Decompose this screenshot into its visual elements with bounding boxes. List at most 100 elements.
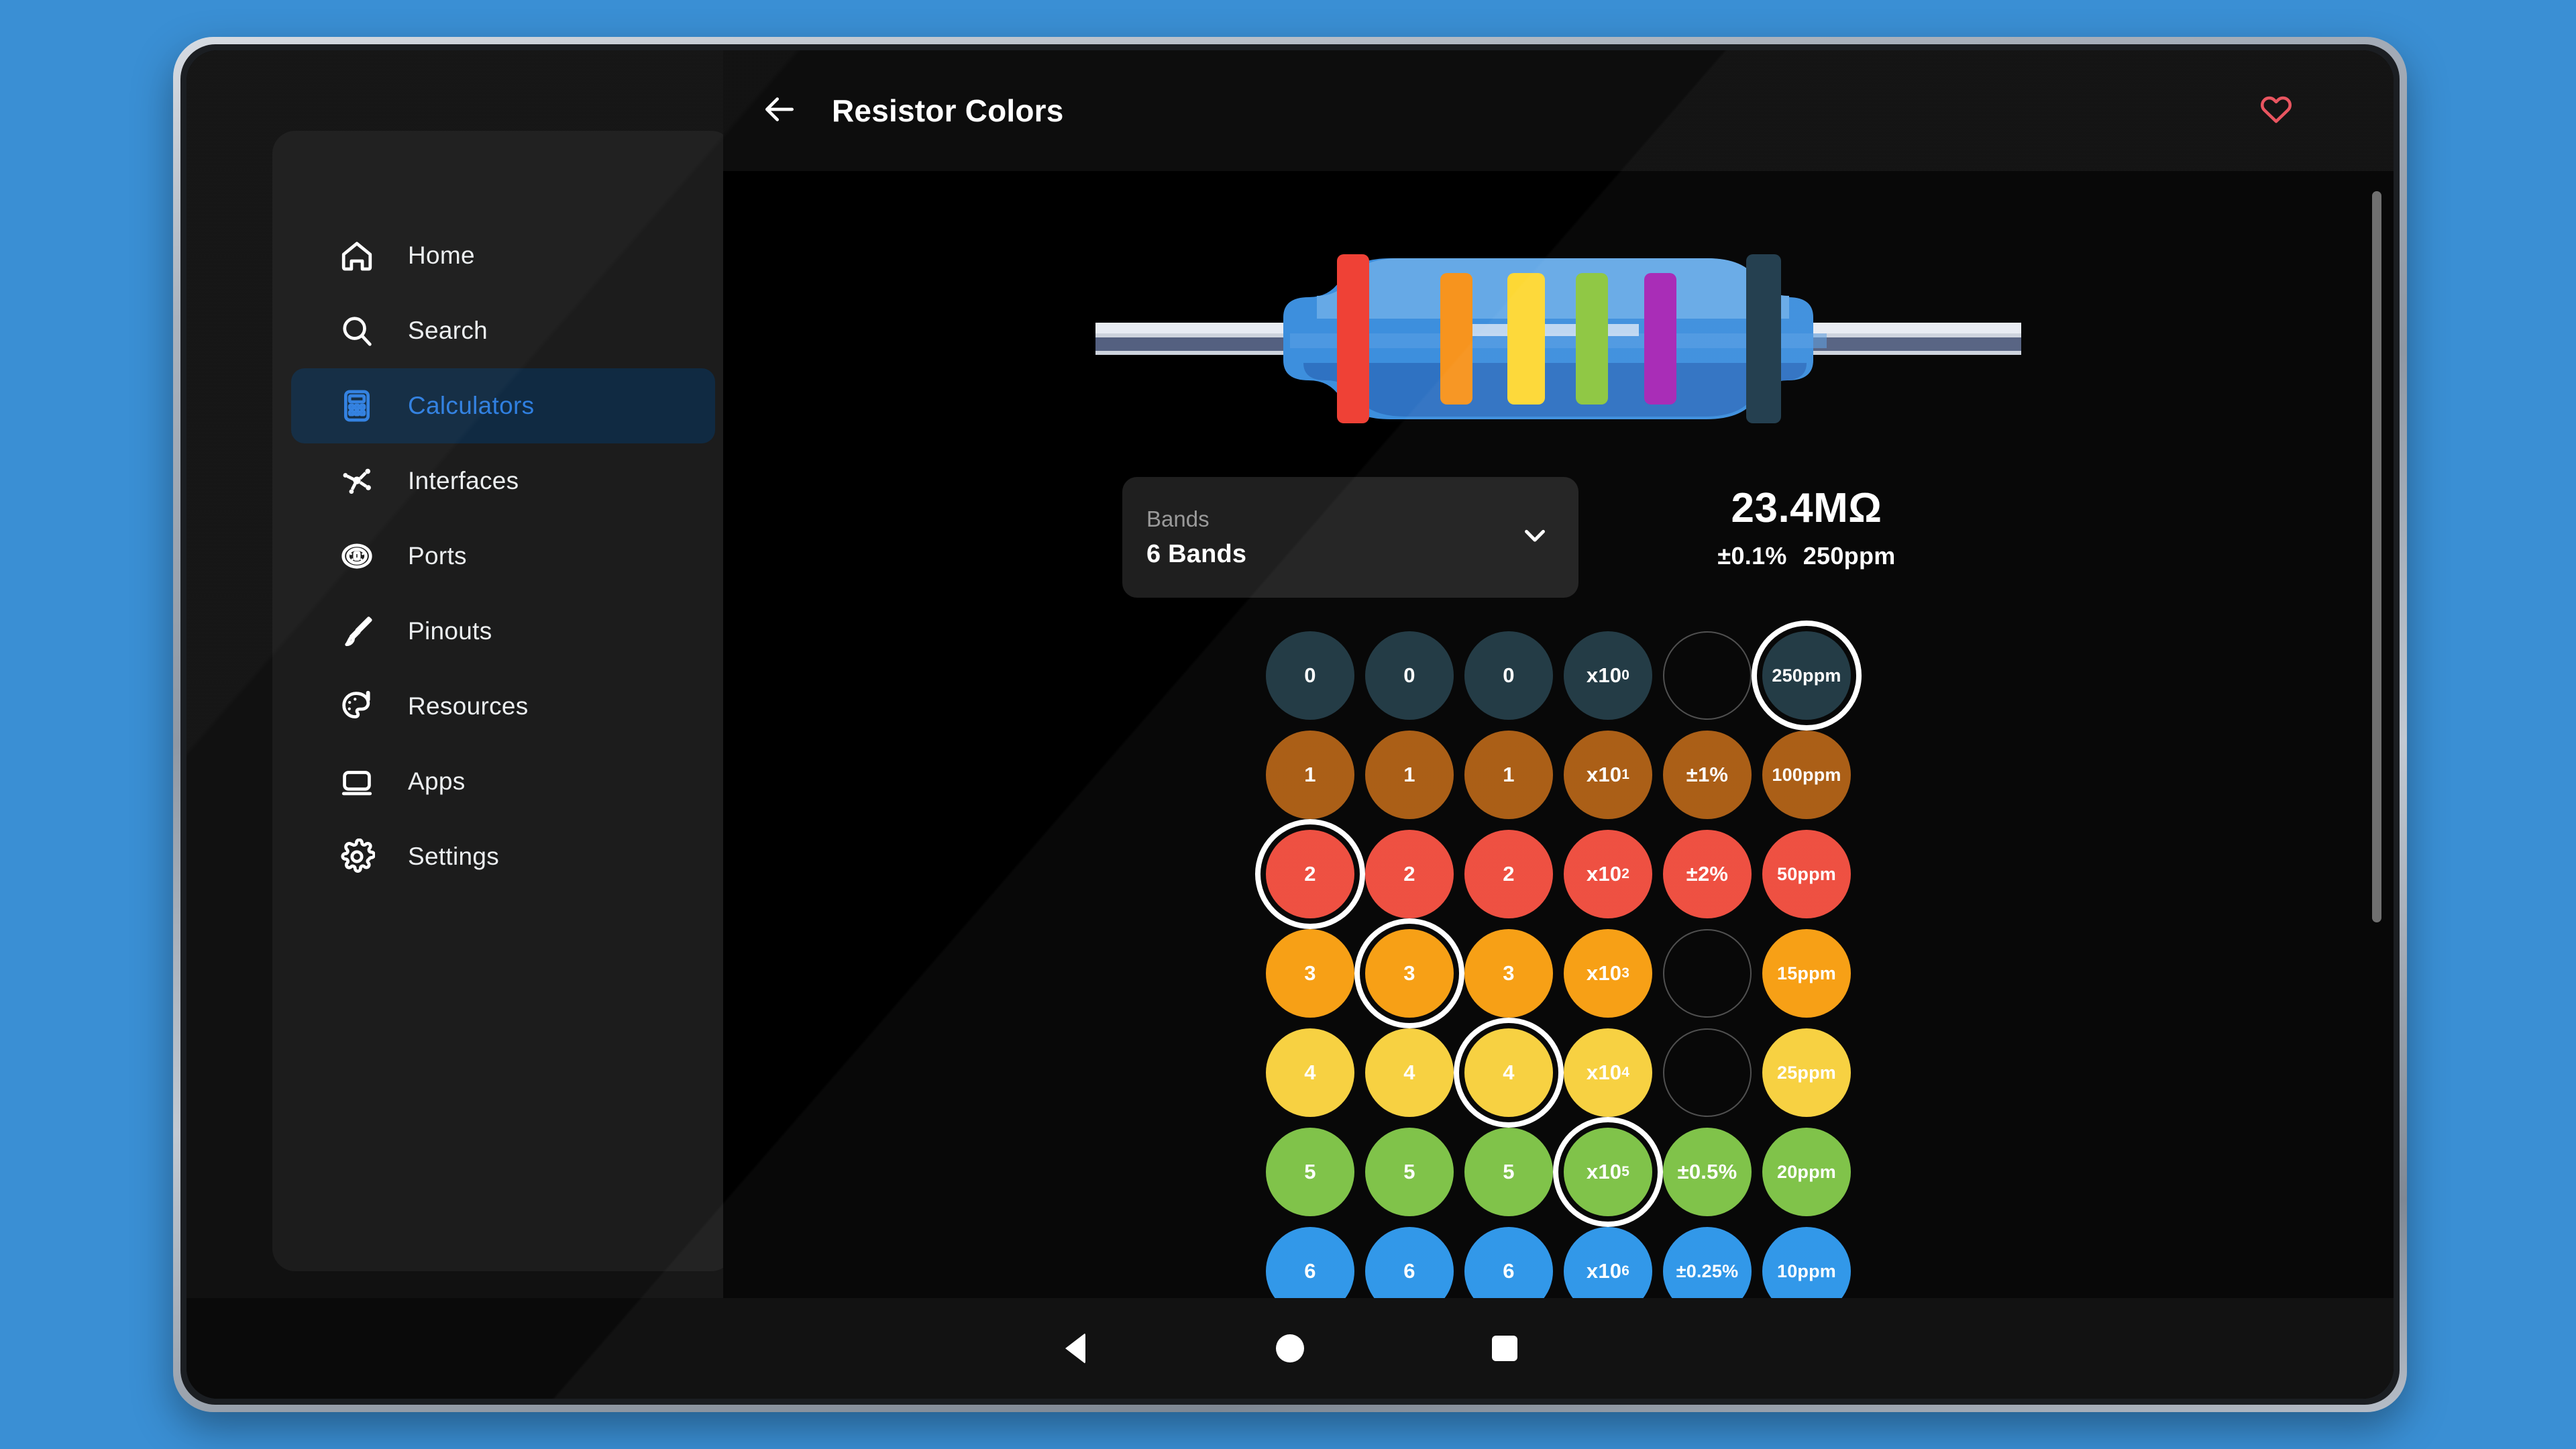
- nav-back-button[interactable]: [968, 1298, 1183, 1399]
- favorite-button[interactable]: [2246, 80, 2306, 141]
- color-chip-yellow-1[interactable]: 4: [1365, 1028, 1454, 1117]
- color-cell: 1: [1360, 725, 1459, 824]
- color-chip-red-4[interactable]: ±2%: [1663, 830, 1752, 918]
- color-cell: [1658, 924, 1757, 1023]
- color-chip-yellow-4: [1663, 1028, 1752, 1117]
- color-cell: 15ppm: [1757, 924, 1856, 1023]
- nav-recent-button[interactable]: [1397, 1298, 1612, 1399]
- color-chip-green-5[interactable]: 20ppm: [1762, 1128, 1851, 1216]
- arrow-left-icon: [761, 91, 798, 131]
- sidebar-item-label: Interfaces: [408, 467, 519, 494]
- sidebar-item-apps[interactable]: Apps: [291, 744, 715, 819]
- color-chip-blue-3[interactable]: x10 6: [1564, 1227, 1652, 1298]
- color-cell: 6: [1360, 1222, 1459, 1298]
- tablet-bezel: Home Search Calculators Interfaces Ports…: [180, 44, 2400, 1405]
- color-cell: 5: [1459, 1122, 1558, 1222]
- color-chip-black-1[interactable]: 0: [1365, 631, 1454, 720]
- bands-dropdown-label: Bands: [1146, 506, 1210, 531]
- chip-label: 100ppm: [1772, 764, 1841, 785]
- sidebar-item-ports[interactable]: Ports: [291, 519, 715, 594]
- color-chip-red-0[interactable]: 2: [1266, 830, 1354, 918]
- topbar: Resistor Colors: [723, 50, 2394, 171]
- color-chip-blue-0[interactable]: 6: [1266, 1227, 1354, 1298]
- sidebar: Home Search Calculators Interfaces Ports…: [186, 50, 734, 1298]
- color-cell: 250ppm: [1757, 626, 1856, 725]
- color-chip-red-1[interactable]: 2: [1365, 830, 1454, 918]
- sidebar-item-interfaces[interactable]: Interfaces: [291, 443, 715, 519]
- color-cell: ±0.25%: [1658, 1222, 1757, 1298]
- chip-label: 4: [1403, 1061, 1415, 1084]
- color-chip-blue-5[interactable]: 10ppm: [1762, 1227, 1851, 1298]
- chip-label: 4: [1304, 1061, 1316, 1084]
- sidebar-item-calculators[interactable]: Calculators: [291, 368, 715, 443]
- chip-label: 2: [1304, 862, 1316, 885]
- color-chip-black-2[interactable]: 0: [1464, 631, 1553, 720]
- color-chip-green-4[interactable]: ±0.5%: [1663, 1128, 1752, 1216]
- band-3: [1507, 273, 1545, 405]
- back-button[interactable]: [747, 78, 812, 143]
- chip-label: ±0.5%: [1677, 1160, 1737, 1183]
- sidebar-item-settings[interactable]: Settings: [291, 819, 715, 894]
- color-chip-brown-3[interactable]: x10 1: [1564, 731, 1652, 819]
- scrollbar-thumb[interactable]: [2372, 191, 2381, 922]
- home-icon: [338, 237, 376, 274]
- chip-label: 4: [1503, 1061, 1515, 1084]
- color-chip-orange-1[interactable]: 3: [1365, 929, 1454, 1018]
- color-chip-black-0[interactable]: 0: [1266, 631, 1354, 720]
- android-navigation-bar: [186, 1298, 2394, 1399]
- color-chip-green-2[interactable]: 5: [1464, 1128, 1553, 1216]
- color-cell: x10 4: [1558, 1023, 1658, 1122]
- color-chip-black-5[interactable]: 250ppm: [1762, 631, 1851, 720]
- color-chip-brown-1[interactable]: 1: [1365, 731, 1454, 819]
- color-chip-brown-5[interactable]: 100ppm: [1762, 731, 1851, 819]
- color-chip-brown-4[interactable]: ±1%: [1663, 731, 1752, 819]
- content-scrollbar[interactable]: [2369, 171, 2384, 1298]
- chip-label: x10: [1586, 862, 1622, 885]
- bands-dropdown[interactable]: Bands 6 Bands: [1122, 477, 1578, 598]
- color-chip-green-0[interactable]: 5: [1266, 1128, 1354, 1216]
- color-chip-blue-1[interactable]: 6: [1365, 1227, 1454, 1298]
- color-chip-yellow-2[interactable]: 4: [1464, 1028, 1553, 1117]
- ports-icon: [338, 537, 376, 575]
- color-cell: 50ppm: [1757, 824, 1856, 924]
- color-cell: 4: [1260, 1023, 1360, 1122]
- nav-home-button[interactable]: [1183, 1298, 1397, 1399]
- color-cell: x10 2: [1558, 824, 1658, 924]
- sidebar-item-home[interactable]: Home: [291, 218, 715, 293]
- gear-icon: [338, 838, 376, 875]
- color-chip-red-3[interactable]: x10 2: [1564, 830, 1652, 918]
- color-chip-blue-4[interactable]: ±0.25%: [1663, 1227, 1752, 1298]
- sidebar-item-search[interactable]: Search: [291, 293, 715, 368]
- color-cell: 6: [1459, 1222, 1558, 1298]
- apps-icon: [338, 763, 376, 800]
- tolerance-value: ±0.1%: [1717, 542, 1787, 570]
- color-chip-brown-2[interactable]: 1: [1464, 731, 1553, 819]
- heart-icon: [2259, 92, 2294, 130]
- color-chip-blue-2[interactable]: 6: [1464, 1227, 1553, 1298]
- color-chip-green-3[interactable]: x10 5: [1564, 1128, 1652, 1216]
- color-chip-green-1[interactable]: 5: [1365, 1128, 1454, 1216]
- color-chip-orange-5[interactable]: 15ppm: [1762, 929, 1851, 1018]
- color-chip-yellow-5[interactable]: 25ppm: [1762, 1028, 1851, 1117]
- color-chip-orange-2[interactable]: 3: [1464, 929, 1553, 1018]
- sidebar-item-resources[interactable]: Resources: [291, 669, 715, 744]
- color-cell: 20ppm: [1757, 1122, 1856, 1222]
- color-chip-red-2[interactable]: 2: [1464, 830, 1553, 918]
- color-cell: ±1%: [1658, 725, 1757, 824]
- color-cell: 4: [1459, 1023, 1558, 1122]
- color-cell: 0: [1459, 626, 1558, 725]
- color-cell: x10 3: [1558, 924, 1658, 1023]
- color-chip-orange-0[interactable]: 3: [1266, 929, 1354, 1018]
- color-chip-yellow-0[interactable]: 4: [1266, 1028, 1354, 1117]
- color-chip-orange-3[interactable]: x10 3: [1564, 929, 1652, 1018]
- chip-label: 0: [1304, 663, 1316, 687]
- color-chip-black-3[interactable]: x10 0: [1564, 631, 1652, 720]
- color-chip-red-5[interactable]: 50ppm: [1762, 830, 1851, 918]
- tablet-screen: Home Search Calculators Interfaces Ports…: [186, 50, 2394, 1399]
- color-chip-yellow-3[interactable]: x10 4: [1564, 1028, 1652, 1117]
- color-chip-brown-0[interactable]: 1: [1266, 731, 1354, 819]
- sidebar-item-pinouts[interactable]: Pinouts: [291, 594, 715, 669]
- resistor-lead-right: [1807, 323, 2021, 355]
- calculator-icon: [338, 387, 376, 425]
- color-cell: ±0.5%: [1658, 1122, 1757, 1222]
